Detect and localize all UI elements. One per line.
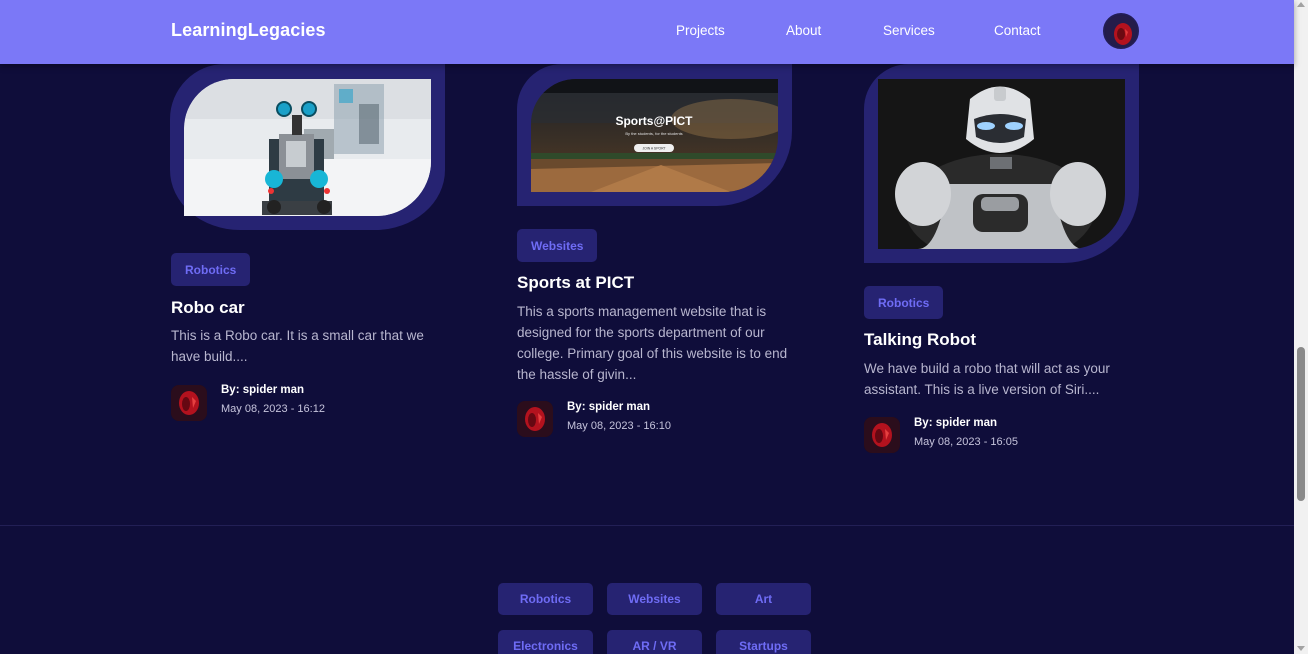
card-title[interactable]: Sports at PICT [517,273,634,293]
navbar: LearningLegacies Projects About Services… [0,0,1294,64]
section-divider [0,525,1294,526]
footer-tag-electronics[interactable]: Electronics [498,630,593,654]
nav-link-contact[interactable]: Contact [994,23,1041,38]
card-image-sports-website[interactable]: Sports@PICT By the students, for the stu… [531,79,778,192]
card-description: This a sports management website that is… [517,304,788,382]
scroll-up-arrow-icon[interactable] [1297,2,1305,7]
nav-link-projects[interactable]: Projects [676,23,725,38]
card-title[interactable]: Talking Robot [864,330,976,350]
spider-man-avatar-icon [1105,15,1137,47]
author-avatar [517,401,553,437]
author-name: By: spider man [914,417,998,429]
card-image-talking-robot[interactable] [878,79,1125,249]
author-name: By: spider man [567,401,651,413]
card-tag[interactable]: Robotics [864,286,944,319]
scrollbar-thumb[interactable] [1297,347,1305,501]
thumb-button: JOIN A SPORT [642,147,665,151]
thumb-heading: Sports@PICT [615,114,693,128]
footer-tag-websites[interactable]: Websites [607,583,702,615]
post-date: May 08, 2023 - 16:12 [221,403,325,415]
nav-link-services[interactable]: Services [883,23,935,38]
spider-man-avatar-icon [864,417,900,453]
author-name: By: spider man [221,384,305,396]
card-title[interactable]: Robo car [171,298,245,318]
spider-man-avatar-icon [517,401,553,437]
spider-man-avatar-icon [171,385,207,421]
card-tag[interactable]: Websites [517,229,598,262]
brand-logo[interactable]: LearningLegacies [171,20,326,41]
card-description: This is a Robo car. It is a small car th… [171,328,424,364]
nav-link-about[interactable]: About [786,23,821,38]
profile-avatar[interactable] [1103,13,1139,49]
author-avatar [864,417,900,453]
footer-tag-startups[interactable]: Startups [716,630,811,654]
post-date: May 08, 2023 - 16:05 [914,436,1018,448]
footer-tag-art[interactable]: Art [716,583,811,615]
card-description: We have build a robo that will act as yo… [864,361,1110,397]
scroll-down-arrow-icon[interactable] [1297,646,1305,651]
card-image-robo-car[interactable] [184,79,431,216]
post-date: May 08, 2023 - 16:10 [567,420,671,432]
thumb-subheading: By the students, for the students [625,131,682,136]
author-avatar [171,385,207,421]
vertical-scrollbar[interactable] [1294,0,1308,654]
footer-tag-ar-vr[interactable]: AR / VR [607,630,702,654]
footer-tag-robotics[interactable]: Robotics [498,583,593,615]
card-tag[interactable]: Robotics [171,253,251,286]
